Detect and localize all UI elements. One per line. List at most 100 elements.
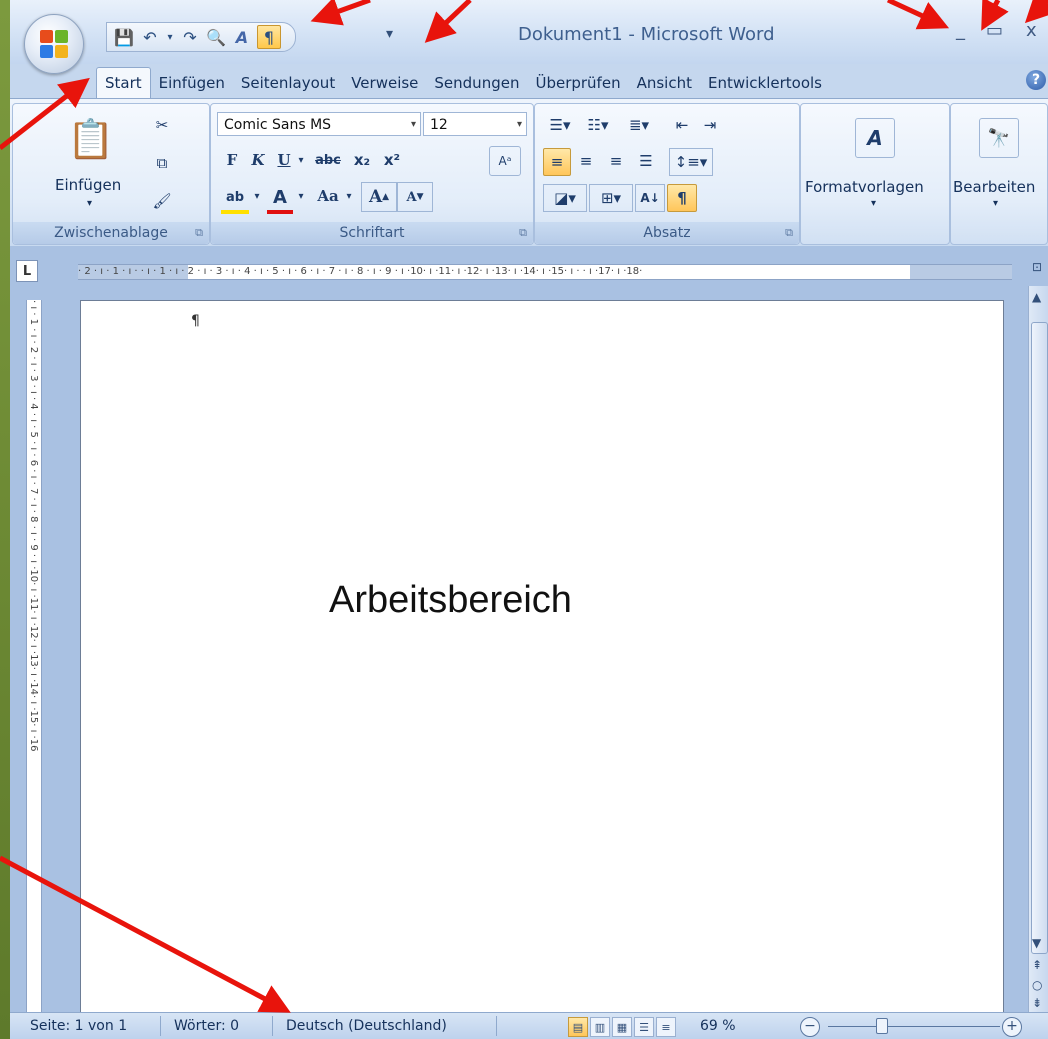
bullets-icon[interactable]: ☰▾ [543,112,577,138]
editing-dropdown-icon[interactable]: ▾ [993,198,998,209]
redo-icon[interactable]: ↷ [179,26,201,48]
office-button[interactable] [24,14,84,74]
print-layout-view-icon[interactable]: ▤ [568,1017,588,1037]
undo-icon[interactable]: ↶ [139,26,161,48]
web-layout-icon[interactable]: ▦ [612,1017,632,1037]
align-center-button[interactable]: ≡ [573,148,599,174]
format-painter-icon[interactable]: 🖌 [151,190,173,212]
tab-sendungen[interactable]: Sendungen [426,68,527,100]
help-icon[interactable]: ? [1026,70,1046,90]
tab-start[interactable]: Start [96,67,151,100]
horizontal-ruler[interactable]: · 2 · ı · 1 · ı · · ı · 1 · ı · 2 · ı · … [78,264,1012,280]
window-title: Dokument1 - Microsoft Word [518,24,775,45]
word-counter[interactable]: Wörter: 0 [174,1018,239,1034]
zoom-in-button[interactable]: + [1002,1017,1022,1037]
zoom-slider-thumb[interactable] [876,1018,888,1034]
ruler-toggle-icon[interactable]: ⊡ [1032,260,1042,274]
italic-button[interactable]: K [247,148,269,172]
page-counter[interactable]: Seite: 1 von 1 [30,1018,127,1034]
align-left-button[interactable]: ≡ [543,148,571,176]
font-launcher-icon[interactable]: ⧉ [519,226,527,240]
cut-icon[interactable]: ✂ [151,114,173,136]
underline-dropdown-icon[interactable]: ▾ [295,148,307,172]
shrink-font-button[interactable]: A ▼ [397,182,433,212]
tab-ansicht[interactable]: Ansicht [629,68,700,100]
next-page-icon[interactable]: ⇟ [1032,996,1042,1010]
line-spacing-icon[interactable]: ↕≡▾ [669,148,713,176]
font-name-box[interactable]: Comic Sans MS ▾ [217,112,421,136]
font-size-box[interactable]: 12 ▾ [423,112,527,136]
customize-qat-icon[interactable]: ▾ [386,26,393,42]
zoom-out-button[interactable]: − [800,1017,820,1037]
decrease-indent-icon[interactable]: ⇤ [669,112,695,138]
paragraph-launcher-icon[interactable]: ⧉ [785,226,793,240]
styles-group[interactable]: A Formatvorlagen ▾ [800,103,950,245]
styles-icon[interactable]: A [855,118,895,158]
styles-dropdown-icon[interactable]: ▾ [871,198,876,209]
full-screen-reading-icon[interactable]: ▥ [590,1017,610,1037]
paste-dropdown-icon[interactable]: ▾ [87,198,92,209]
tab-selector-button[interactable]: L [16,260,38,282]
font-color-dropdown-icon[interactable]: ▾ [295,184,307,208]
bold-button[interactable]: F [221,148,243,172]
document-page[interactable]: ¶ Arbeitsbereich [80,300,1004,1022]
scroll-down-icon[interactable]: ▼ [1032,936,1041,950]
font-color-icon[interactable]: A [267,184,293,214]
zoom-level[interactable]: 69 % [700,1018,736,1034]
editing-label[interactable]: Bearbeiten [953,178,1035,196]
align-right-button[interactable]: ≡ [603,148,629,174]
workspace-label: Arbeitsbereich [329,579,572,621]
tab-ueberpruefen[interactable]: Überprüfen [527,68,628,100]
tab-seitenlayout[interactable]: Seitenlayout [233,68,343,100]
change-case-button[interactable]: Aa [313,184,343,208]
justify-button[interactable]: ☰ [633,148,659,174]
scroll-up-icon[interactable]: ▲ [1032,290,1041,304]
language-indicator[interactable]: Deutsch (Deutschland) [286,1018,447,1034]
underline-button[interactable]: U [273,148,295,172]
paste-button-label[interactable]: Einfügen [55,176,121,194]
close-button[interactable]: x [1026,20,1037,41]
vertical-ruler[interactable]: · ı · 1 · ı · 2 · ı · 3 · ı · 4 · ı · 5 … [26,300,42,1012]
copy-icon[interactable]: ⧉ [151,152,173,174]
numbering-icon[interactable]: ☷▾ [581,112,615,138]
minimize-button[interactable]: _ [956,20,965,41]
tab-entwicklertools[interactable]: Entwicklertools [700,68,830,100]
grow-font-button[interactable]: A ▲ [361,182,397,212]
outline-view-icon[interactable]: ☰ [634,1017,654,1037]
clipboard-group: 📋 Einfügen ▾ ✂ ⧉ 🖌 Zwischenablage ⧉ [12,103,210,245]
subscript-button[interactable]: x₂ [349,148,375,172]
increase-indent-icon[interactable]: ⇥ [697,112,723,138]
multilevel-list-icon[interactable]: ≣▾ [619,112,659,138]
highlight-dropdown-icon[interactable]: ▾ [251,184,263,208]
paste-icon[interactable]: 📋 [67,114,114,164]
binoculars-icon[interactable]: 🔭 [979,118,1019,158]
sort-button[interactable]: A↓ [635,184,665,212]
show-formatting-icon[interactable]: ¶ [257,25,281,49]
vertical-scrollbar[interactable]: ⊡ ▲ ▼ ⇞ ○ ⇟ [1028,260,1048,1012]
browse-object-icon[interactable]: ○ [1032,978,1042,992]
editing-group[interactable]: 🔭 Bearbeiten ▾ [950,103,1048,245]
strikethrough-button[interactable]: abc [311,148,345,172]
maximize-button[interactable]: ▭ [986,20,1003,41]
tab-einfuegen[interactable]: Einfügen [151,68,233,100]
spelling-icon[interactable]: A [231,26,253,48]
tab-verweise[interactable]: Verweise [343,68,426,100]
save-icon[interactable]: 💾 [113,26,135,48]
styles-label[interactable]: Formatvorlagen [805,178,924,196]
scrollbar-thumb[interactable] [1031,322,1048,954]
change-case-dropdown-icon[interactable]: ▾ [343,184,355,208]
print-preview-icon[interactable]: 🔍 [205,26,227,48]
borders-icon[interactable]: ⊞▾ [589,184,633,212]
clipboard-launcher-icon[interactable]: ⧉ [195,226,203,240]
superscript-button[interactable]: x² [379,148,405,172]
shading-icon[interactable]: ◪▾ [543,184,587,212]
draft-view-icon[interactable]: ≡ [656,1017,676,1037]
vertical-ruler-scale: · ı · 1 · ı · 2 · ı · 3 · ı · 4 · ı · 5 … [28,300,39,752]
undo-dropdown-icon[interactable]: ▾ [165,26,175,48]
clear-formatting-icon[interactable]: Aᵃ [489,146,521,176]
document-area: L · 2 · ı · 1 · ı · · ı · 1 · ı · 2 · ı … [10,246,1048,1022]
zoom-slider-track[interactable] [828,1026,1000,1027]
highlight-icon[interactable]: ab [221,184,249,214]
show-hide-button[interactable]: ¶ [667,184,697,212]
previous-page-icon[interactable]: ⇞ [1032,958,1042,972]
